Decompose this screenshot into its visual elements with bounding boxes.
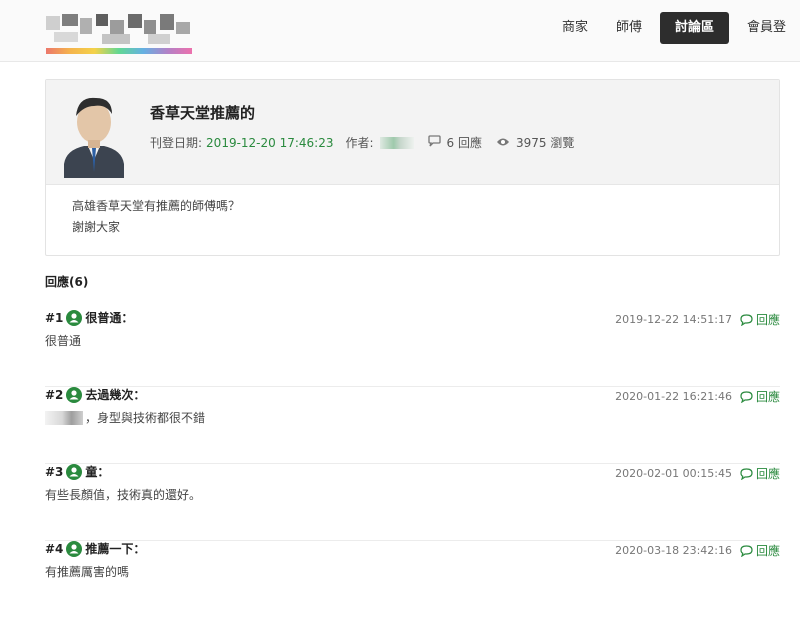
user-icon xyxy=(66,540,83,557)
post-card: 香草天堂推薦的 刊登日期: 2019-12-20 17:46:23 作者: 6 … xyxy=(45,79,780,256)
reply-text: 很普通 xyxy=(45,334,82,348)
reply-username: 童： xyxy=(85,465,110,479)
logo-pixel xyxy=(148,34,170,44)
reply-number: #4 xyxy=(45,541,64,556)
reply-meta: 2019-12-22 14:51:17 回應 xyxy=(615,311,780,328)
chat-icon xyxy=(740,313,753,326)
logo-pixel xyxy=(102,34,130,44)
reply-number: #3 xyxy=(45,464,64,479)
reply-number: #2 xyxy=(45,387,64,402)
reply-button[interactable]: 回應 xyxy=(740,542,780,559)
date-label: 刊登日期: xyxy=(150,136,203,150)
logo-color-bar xyxy=(46,48,192,54)
author-name-masked xyxy=(379,136,414,149)
reply-username: 去過幾次： xyxy=(85,388,146,402)
nav-item-masters[interactable]: 師傅 xyxy=(602,12,656,44)
chat-icon xyxy=(740,390,753,403)
reply-timestamp: 2020-02-01 00:15:45 xyxy=(615,467,732,480)
post-date: 2019-12-20 17:46:23 xyxy=(206,135,334,150)
view-count: 3975 瀏覽 xyxy=(516,136,575,150)
nav-item-member-login[interactable]: 會員登 xyxy=(733,12,800,44)
reply-button-label: 回應 xyxy=(755,313,780,327)
masked-text xyxy=(45,410,83,425)
reply-item: #4 推薦一下： 有推薦厲害的嗎 2020-03-18 23:42:16 回應 xyxy=(45,540,780,618)
logo-pixel xyxy=(160,14,174,30)
post-body-line: 高雄香草天堂有推薦的師傅嗎？ xyxy=(72,199,241,213)
logo-pixel xyxy=(54,32,78,42)
reply-item: #3 童： 有些長顏值，技術真的還好。 2020-02-01 00:15:45 … xyxy=(45,463,780,541)
main-nav: 商家 師傅 討論區 會員登 xyxy=(548,12,800,44)
reply-text: 有推薦厲害的嗎 xyxy=(45,565,130,579)
reply-meta: 2020-03-18 23:42:16 回應 xyxy=(615,542,780,559)
reply-timestamp: 2019-12-22 14:51:17 xyxy=(615,313,732,326)
reply-button[interactable]: 回應 xyxy=(740,311,780,328)
logo-pixel xyxy=(96,14,108,26)
reply-button[interactable]: 回應 xyxy=(740,465,780,482)
reply-header: #4 推薦一下： xyxy=(45,540,145,557)
logo-pixel xyxy=(80,18,92,34)
post-header: 香草天堂推薦的 刊登日期: 2019-12-20 17:46:23 作者: 6 … xyxy=(46,80,779,185)
nav-item-forum[interactable]: 討論區 xyxy=(659,12,729,44)
reply-header: #2 去過幾次： xyxy=(45,386,145,403)
logo-pixel xyxy=(144,20,156,34)
reply-button-label: 回應 xyxy=(755,467,780,481)
logo-pixel xyxy=(110,20,124,34)
chat-icon xyxy=(740,544,753,557)
reply-body: ，身型與技術都很不錯 xyxy=(45,409,205,426)
reply-item: #2 去過幾次： ，身型與技術都很不錯 2020-01-22 16:21:46 … xyxy=(45,386,780,464)
logo-pixel xyxy=(46,16,60,30)
nav-item-merchants[interactable]: 商家 xyxy=(548,12,602,44)
reply-button-label: 回應 xyxy=(755,390,780,404)
logo-pixel xyxy=(62,14,78,26)
reply-button-label: 回應 xyxy=(755,544,780,558)
reply-meta: 2020-01-22 16:21:46 回應 xyxy=(615,388,780,405)
author-avatar xyxy=(54,86,134,178)
reply-timestamp: 2020-01-22 16:21:46 xyxy=(615,390,732,403)
author-label: 作者: xyxy=(345,136,374,150)
reply-count: 6 回應 xyxy=(446,136,482,150)
reply-text: 有些長顏值，技術真的還好。 xyxy=(45,488,202,502)
reply-username: 很普通： xyxy=(85,311,134,325)
reply-timestamp: 2020-03-18 23:42:16 xyxy=(615,544,732,557)
reply-number: #1 xyxy=(45,310,64,325)
reply-header: #3 童： xyxy=(45,463,109,480)
reply-meta: 2020-02-01 00:15:45 回應 xyxy=(615,465,780,482)
reply-item: #1 很普通： 很普通 2019-12-22 14:51:17 回應 xyxy=(45,309,780,387)
post-title: 香草天堂推薦的 xyxy=(150,104,256,122)
reply-header: #1 很普通： xyxy=(45,309,133,326)
post-meta: 刊登日期: 2019-12-20 17:46:23 作者: 6 回應 3975 … xyxy=(150,134,574,151)
post-body-line: 謝謝大家 xyxy=(72,220,121,234)
replies-heading: 回應(6) xyxy=(45,275,89,289)
logo-pixel xyxy=(176,22,190,34)
chat-icon xyxy=(740,467,753,480)
top-navbar: 商家 師傅 討論區 會員登 xyxy=(0,0,800,62)
eye-icon xyxy=(496,136,510,150)
user-icon xyxy=(66,463,83,480)
comments-icon xyxy=(427,135,441,150)
post-body: 高雄香草天堂有推薦的師傅嗎？ 謝謝大家 xyxy=(72,196,240,238)
reply-text: ，身型與技術都很不錯 xyxy=(85,411,206,425)
user-icon xyxy=(66,309,83,326)
reply-username: 推薦一下： xyxy=(85,542,146,556)
site-logo[interactable] xyxy=(44,12,194,56)
reply-button[interactable]: 回應 xyxy=(740,388,780,405)
logo-pixel xyxy=(128,14,142,28)
user-icon xyxy=(66,386,83,403)
